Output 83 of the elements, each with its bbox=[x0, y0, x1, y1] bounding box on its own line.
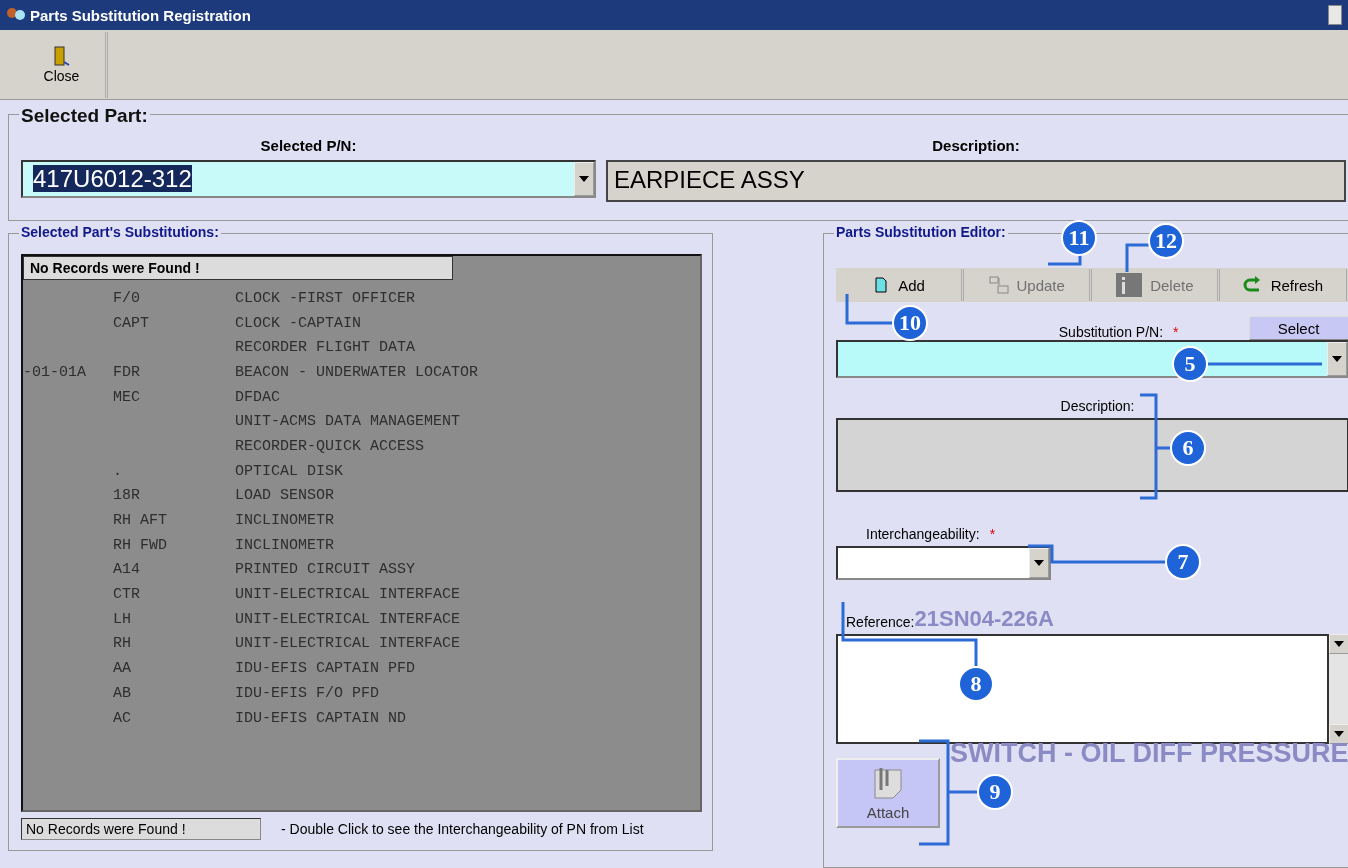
table-cell-text: UNIT-ELECTRICAL INTERFACE bbox=[235, 610, 462, 628]
table-cell-text: IDU-EFIS CAPTAIN ND bbox=[235, 709, 408, 727]
close-icon[interactable] bbox=[1328, 5, 1342, 25]
callout-badge: 10 bbox=[892, 305, 928, 341]
table-cell-text: AB bbox=[113, 684, 132, 702]
field-label: Interchangeability: bbox=[866, 526, 980, 542]
table-cell-text: UNIT-ELECTRICAL INTERFACE bbox=[235, 635, 462, 653]
update-icon bbox=[988, 275, 1009, 295]
table-cell-text: CLOCK -CAPTAIN bbox=[235, 314, 363, 332]
table-cell-text: A14 bbox=[113, 561, 141, 579]
field-label: Description: bbox=[931, 137, 1021, 154]
table-cell-text: FDR bbox=[113, 363, 141, 381]
callout-badge: 12 bbox=[1148, 223, 1184, 259]
grid-message: No Records were Found ! bbox=[23, 256, 453, 280]
field-label: Selected P/N: bbox=[259, 137, 358, 154]
table-cell-text: AC bbox=[113, 709, 132, 727]
attach-button[interactable]: Attach bbox=[836, 758, 940, 828]
caret-icon bbox=[1331, 356, 1342, 362]
select-button[interactable]: Select bbox=[1248, 316, 1348, 340]
caret-icon bbox=[1034, 560, 1044, 566]
close-button[interactable]: Close bbox=[18, 31, 108, 98]
caret-icon bbox=[1333, 641, 1344, 647]
table-cell-text: PRINTED CIRCUIT ASSY bbox=[235, 561, 417, 579]
table-cell-text: UNIT-ACMS DATA MANAGEMENT bbox=[235, 413, 462, 431]
callout-badge: 11 bbox=[1061, 220, 1097, 256]
table-cell-text: 18R bbox=[113, 487, 141, 505]
dropdown-button[interactable] bbox=[1326, 342, 1347, 376]
table-cell-text: RH AFT bbox=[113, 512, 168, 530]
hint-text: - Double Click to see the Interchangeability of PN from List bbox=[281, 821, 644, 837]
table-cell-text: DFDAC bbox=[235, 388, 281, 406]
substitution-combo[interactable] bbox=[836, 340, 1348, 378]
door-exit-icon bbox=[52, 45, 71, 68]
table-cell-text: RH FWD bbox=[113, 536, 168, 554]
table-cell-text: RECORDER FLIGHT DATA bbox=[235, 339, 417, 357]
refresh-button[interactable]: Refresh bbox=[1220, 269, 1348, 301]
field-label: Reference: bbox=[846, 614, 915, 630]
leader-line bbox=[845, 294, 895, 325]
table-cell-text: CLOCK -FIRST OFFICER bbox=[235, 289, 417, 307]
description-field[interactable]: EARPIECE ASSY bbox=[606, 160, 1346, 202]
caret-icon bbox=[579, 176, 589, 182]
window-title: Parts Substitution Registration bbox=[30, 6, 252, 24]
info-icon bbox=[1116, 273, 1143, 297]
callout-badge: 7 bbox=[1165, 544, 1201, 580]
part-number-combo[interactable]: 417U6012-312 bbox=[21, 160, 596, 198]
table-cell-text: F/0 bbox=[113, 289, 141, 307]
table-cell-text: LOAD SENSOR bbox=[235, 487, 336, 505]
dropdown-button[interactable] bbox=[1029, 548, 1049, 578]
table-cell-text: INCLINOMETR bbox=[235, 536, 336, 554]
required-mark: * bbox=[1173, 324, 1179, 340]
table-cell-text: OPTICAL DISK bbox=[235, 462, 345, 480]
dropdown-button[interactable] bbox=[574, 162, 594, 196]
caret-icon bbox=[1333, 731, 1344, 737]
table-cell-text: AA bbox=[113, 660, 132, 678]
table-cell-text: -01-01A bbox=[23, 363, 87, 381]
table-cell-text: IDU-EFIS CAPTAIN PFD bbox=[235, 660, 417, 678]
status-field: No Records were Found ! bbox=[21, 818, 261, 840]
table-cell-text: IDU-EFIS F/O PFD bbox=[235, 684, 381, 702]
reference-field[interactable] bbox=[836, 634, 1329, 744]
background-text: SWITCH - OIL DIFF PRESSURE bbox=[950, 740, 1348, 767]
table-cell-text: BEACON - UNDERWATER LOCATOR bbox=[235, 363, 480, 381]
table-cell-text: RH bbox=[113, 635, 132, 653]
table-cell-text: CTR bbox=[113, 586, 141, 604]
scrollbar[interactable] bbox=[1328, 634, 1348, 744]
description-field[interactable] bbox=[836, 418, 1348, 492]
callout-badge: 9 bbox=[977, 774, 1013, 810]
table-cell-text: UNIT-ELECTRICAL INTERFACE bbox=[235, 586, 462, 604]
leader-line bbox=[1125, 243, 1150, 272]
group-title: Parts Substitution Editor: bbox=[834, 224, 1008, 240]
leader-line bbox=[1048, 254, 1082, 266]
table-cell-text: LH bbox=[113, 610, 132, 628]
table-cell-text: MEC bbox=[113, 388, 141, 406]
attachment-icon bbox=[871, 765, 905, 800]
background-text: 21SN04-226A bbox=[914, 608, 1054, 630]
field-label: Description: bbox=[1060, 398, 1135, 414]
table-cell-text: CAPT bbox=[113, 314, 150, 332]
table-cell-text: . bbox=[113, 462, 123, 480]
interchangeability-combo[interactable] bbox=[836, 546, 1051, 580]
table-cell-text: RECORDER-QUICK ACCESS bbox=[235, 437, 426, 455]
field-label: Substitution P/N: bbox=[1058, 324, 1164, 340]
table-cell-text: INCLINOMETR bbox=[235, 512, 336, 530]
required-mark: * bbox=[989, 526, 996, 542]
add-button[interactable]: Add bbox=[836, 269, 965, 301]
group-title: Selected Part's Substitutions: bbox=[19, 224, 221, 240]
